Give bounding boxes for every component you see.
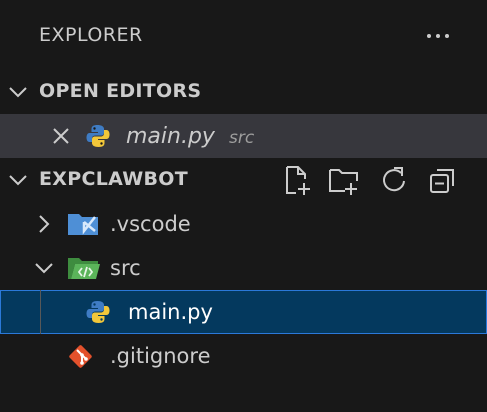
- tree-item-label: src: [110, 256, 141, 280]
- explorer-title-bar: EXPLORER: [0, 0, 487, 70]
- new-folder-icon[interactable]: [328, 164, 360, 196]
- collapse-all-icon[interactable]: [427, 164, 459, 196]
- tree-item-gitignore[interactable]: .gitignore: [0, 334, 487, 378]
- chevron-down-icon: [9, 87, 27, 98]
- python-file-icon: [86, 125, 110, 147]
- tree-item-vscode[interactable]: .vscode: [0, 202, 487, 246]
- new-file-icon[interactable]: [281, 164, 313, 196]
- chevron-down-icon: [35, 263, 53, 274]
- tree-item-label: .gitignore: [110, 344, 211, 368]
- python-file-icon: [86, 301, 110, 323]
- tree-item-main-py[interactable]: main.py: [0, 290, 487, 334]
- open-editor-folder: src: [229, 128, 255, 148]
- workspace-label: EXPCLAWBOT: [39, 168, 189, 190]
- explorer-title: EXPLORER: [39, 24, 143, 46]
- indent-guide: [40, 290, 41, 334]
- refresh-icon[interactable]: [378, 164, 410, 196]
- git-file-icon: [69, 345, 92, 368]
- src-folder-icon: [68, 258, 100, 279]
- vscode-folder-icon: [68, 214, 98, 235]
- chevron-right-icon: [39, 215, 50, 233]
- tree-item-src[interactable]: src: [0, 246, 487, 290]
- open-editors-label: OPEN EDITORS: [39, 80, 202, 102]
- explorer-panel: EXPLORER OPEN EDITORS main.py src EXPCLA…: [0, 0, 487, 412]
- tree-item-label: main.py: [128, 300, 213, 324]
- chevron-down-icon: [9, 175, 27, 186]
- open-editor-item[interactable]: main.py src: [0, 114, 487, 158]
- tree-item-label: .vscode: [110, 212, 191, 236]
- workspace-header[interactable]: EXPCLAWBOT: [0, 158, 487, 202]
- open-editor-file-name: main.py: [126, 124, 215, 149]
- workspace-actions: [283, 164, 473, 196]
- open-editors-header[interactable]: OPEN EDITORS: [0, 70, 487, 114]
- ellipsis-icon[interactable]: [418, 22, 458, 50]
- close-icon[interactable]: [51, 126, 71, 146]
